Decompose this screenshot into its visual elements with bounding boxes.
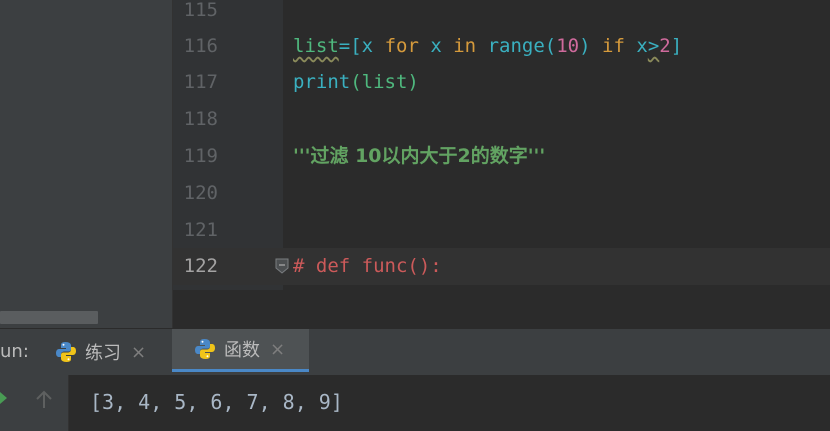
run-label: un:	[0, 341, 29, 362]
token: if	[602, 35, 625, 57]
line-number: 120	[183, 182, 218, 204]
line-number-row: 121	[173, 212, 283, 249]
token: (	[544, 35, 557, 57]
line-number-row: 120	[173, 175, 283, 212]
line-number-row: 117	[173, 64, 283, 101]
python-icon	[195, 339, 215, 359]
tab-label: 函数	[224, 340, 260, 361]
tab-label: 练习	[85, 343, 121, 364]
token: for	[384, 35, 419, 57]
line-number-row: 115	[173, 0, 283, 29]
code-line-116[interactable]: list=[x for x in range(10) if x>2]	[293, 28, 682, 65]
console-toolbar	[0, 375, 69, 431]
line-number: 119	[183, 145, 218, 167]
code-line-119[interactable]: '''过滤 10以内大于2的数字'''	[293, 138, 545, 175]
token: x	[361, 35, 385, 57]
editor-empty-area[interactable]	[173, 290, 830, 328]
token: [	[350, 35, 362, 57]
token: x	[636, 35, 648, 57]
console-output-area[interactable]: [3, 4, 5, 6, 7, 8, 9]	[69, 375, 830, 431]
horizontal-scrollbar[interactable]	[0, 311, 98, 324]
token: (list)	[350, 71, 419, 93]
run-tool-bar: un: 练习 × 函数 ×	[0, 328, 830, 376]
token: '''	[527, 145, 546, 167]
token: 2	[659, 35, 671, 57]
line-number-row: 118	[173, 101, 283, 138]
console-output-line: [3, 4, 5, 6, 7, 8, 9]	[90, 390, 343, 414]
token: 10	[556, 35, 580, 57]
token: )	[579, 35, 591, 57]
line-number: 117	[183, 71, 218, 93]
close-icon[interactable]: ×	[270, 339, 285, 360]
line-number-row: 116	[173, 28, 283, 65]
token: in	[453, 35, 477, 57]
line-number: 118	[183, 108, 218, 130]
rerun-icon[interactable]	[0, 391, 8, 405]
token: x	[418, 35, 454, 57]
line-number-row: 122	[173, 248, 283, 285]
fold-icon[interactable]	[275, 258, 289, 274]
token: '''	[293, 145, 311, 167]
run-tab-lianxi[interactable]: 练习 ×	[55, 329, 146, 375]
token: >	[647, 35, 660, 57]
token: ]	[670, 35, 683, 57]
token: print	[293, 71, 351, 93]
scroll-up-arrow-icon[interactable]	[35, 390, 53, 410]
line-number-row: 119	[173, 138, 283, 175]
line-number: 115	[183, 0, 218, 21]
python-icon	[56, 342, 76, 362]
line-number: 116	[183, 35, 218, 57]
run-tab-hanshu[interactable]: 函数 ×	[172, 329, 309, 372]
line-number-current: 122	[183, 255, 218, 277]
project-pane	[0, 0, 173, 328]
token: =	[338, 35, 351, 57]
token: list	[293, 35, 339, 57]
code-line-122[interactable]: # def func():	[293, 248, 442, 285]
code-line-117[interactable]: print(list)	[293, 64, 419, 101]
line-number: 121	[183, 219, 218, 241]
token: # def func():	[293, 255, 442, 277]
token: range	[487, 35, 545, 57]
token: 过滤 10以内大于2的数字	[310, 145, 528, 167]
close-icon[interactable]: ×	[131, 342, 146, 363]
